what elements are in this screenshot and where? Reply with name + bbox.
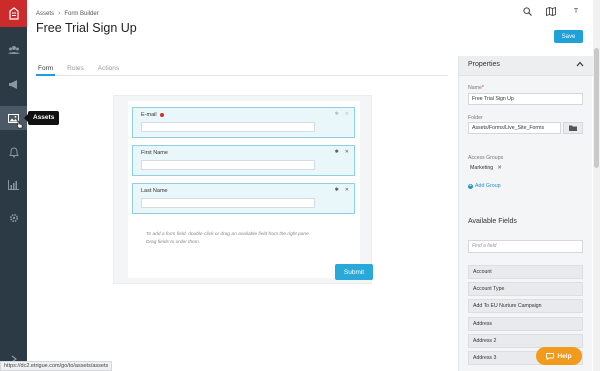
scrollbar-thumb[interactable]: [594, 48, 599, 168]
properties-header[interactable]: Properties: [459, 56, 593, 76]
remove-tag-icon[interactable]: ✕: [497, 165, 502, 171]
chevron-up-icon[interactable]: [576, 61, 584, 67]
folder-label: Folder: [468, 115, 483, 121]
properties-title: Properties: [468, 61, 500, 68]
nav-alerts[interactable]: [0, 140, 27, 164]
app-logo[interactable]: [0, 0, 27, 27]
field-label: First Name: [141, 150, 168, 156]
bell-icon: [8, 146, 19, 158]
breadcrumb-form-builder[interactable]: Form Builder: [64, 11, 98, 17]
add-group-link[interactable]: + Add Group: [468, 183, 501, 189]
field-input-preview: [141, 122, 315, 132]
save-button[interactable]: Save: [554, 30, 583, 43]
nav-assets[interactable]: [0, 106, 27, 130]
field-input-preview: [141, 160, 315, 170]
nav-tooltip: Assets: [23, 111, 60, 125]
name-input[interactable]: Free Trial Sign Up: [468, 93, 583, 105]
field-settings-icon[interactable]: ✱: [335, 111, 339, 117]
megaphone-icon: [9, 80, 17, 89]
search-icon[interactable]: [523, 7, 532, 16]
form-hint: To add a form field, double-click or dra…: [146, 231, 310, 247]
access-group-tag: Marketing ✕: [470, 165, 502, 171]
field-remove-icon[interactable]: ✕: [345, 187, 349, 193]
form-field-last-name[interactable]: Last Name ✱ ✕: [132, 183, 355, 214]
chat-bubble-icon: [546, 352, 555, 360]
nav-reports[interactable]: [0, 173, 27, 197]
users-icon: [7, 46, 20, 54]
available-field-item[interactable]: Address: [468, 317, 583, 331]
available-field-item[interactable]: Account Type: [468, 282, 583, 296]
form-canvas: E-mail ✱ ✕ First Name ✱ ✕ Last Name ✱ ✕ …: [113, 95, 373, 284]
field-settings-icon[interactable]: ✱: [335, 149, 339, 155]
available-field-item[interactable]: Account: [468, 265, 583, 279]
field-settings-icon[interactable]: ✱: [335, 187, 339, 193]
nav-contacts[interactable]: [0, 38, 27, 62]
form-hint-line: To add a form field, double-click or dra…: [146, 232, 311, 237]
form-hint-line: Drag fields to order them.: [146, 240, 201, 245]
breadcrumb-separator-icon: ›: [58, 10, 61, 17]
nav-campaigns[interactable]: [0, 72, 27, 96]
help-button[interactable]: Help: [536, 347, 582, 365]
status-bar-url: https://dc2.etrigue.com/go/to/assets/ass…: [0, 361, 113, 371]
tab-actions[interactable]: Actions: [96, 63, 121, 76]
field-label: Last Name: [141, 188, 168, 194]
breadcrumb: Assets › Form Builder: [36, 10, 99, 17]
available-field-item[interactable]: Add To EU Nurture Campaign: [468, 299, 583, 313]
hand-cursor-icon: [16, 120, 23, 129]
logo-icon: [8, 6, 19, 20]
page-scrollbar[interactable]: [593, 0, 600, 371]
folder-input[interactable]: Assets/Forms/Live_Site_Forms: [468, 122, 561, 134]
map-icon[interactable]: [546, 7, 556, 16]
add-group-label: Add Group: [475, 183, 501, 189]
breadcrumb-assets[interactable]: Assets: [36, 11, 54, 17]
left-nav-rail: [0, 0, 27, 371]
help-label: Help: [557, 352, 572, 360]
available-fields-title: Available Fields: [468, 218, 517, 225]
required-star-icon: *: [481, 85, 484, 91]
tab-form[interactable]: Form: [36, 63, 56, 76]
gear-icon: [9, 213, 18, 223]
form-field-first-name[interactable]: First Name ✱ ✕: [132, 145, 355, 176]
name-label: Name: [468, 85, 482, 91]
submit-button-preview[interactable]: Submit: [335, 264, 373, 280]
user-avatar[interactable]: T: [570, 8, 582, 15]
header-actions: T: [523, 7, 582, 16]
bar-chart-icon: [8, 180, 19, 190]
tab-rules[interactable]: Rules: [65, 63, 86, 76]
field-label: E-mail: [141, 112, 157, 118]
folder-icon: [569, 125, 577, 131]
form-field-email[interactable]: E-mail ✱ ✕: [132, 107, 355, 138]
find-field-input[interactable]: Find a field: [468, 240, 583, 253]
page-title: Free Trial Sign Up: [36, 21, 137, 35]
nav-settings[interactable]: [0, 206, 27, 230]
access-groups-label: Access Groups: [468, 155, 504, 161]
required-indicator-icon: [159, 113, 164, 117]
properties-panel: Properties Name* Free Trial Sign Up Fold…: [458, 56, 593, 371]
plus-circle-icon: +: [468, 182, 473, 189]
field-remove-icon[interactable]: ✕: [345, 111, 349, 117]
folder-picker-button[interactable]: [563, 122, 583, 134]
available-field-item[interactable]: Address 2: [468, 334, 583, 348]
field-input-preview: [141, 198, 315, 208]
field-remove-icon[interactable]: ✕: [345, 149, 349, 155]
tag-label: Marketing: [470, 165, 494, 171]
form-preview: E-mail ✱ ✕ First Name ✱ ✕ Last Name ✱ ✕ …: [128, 101, 373, 280]
builder-tabs: Form Rules Actions: [36, 63, 448, 76]
